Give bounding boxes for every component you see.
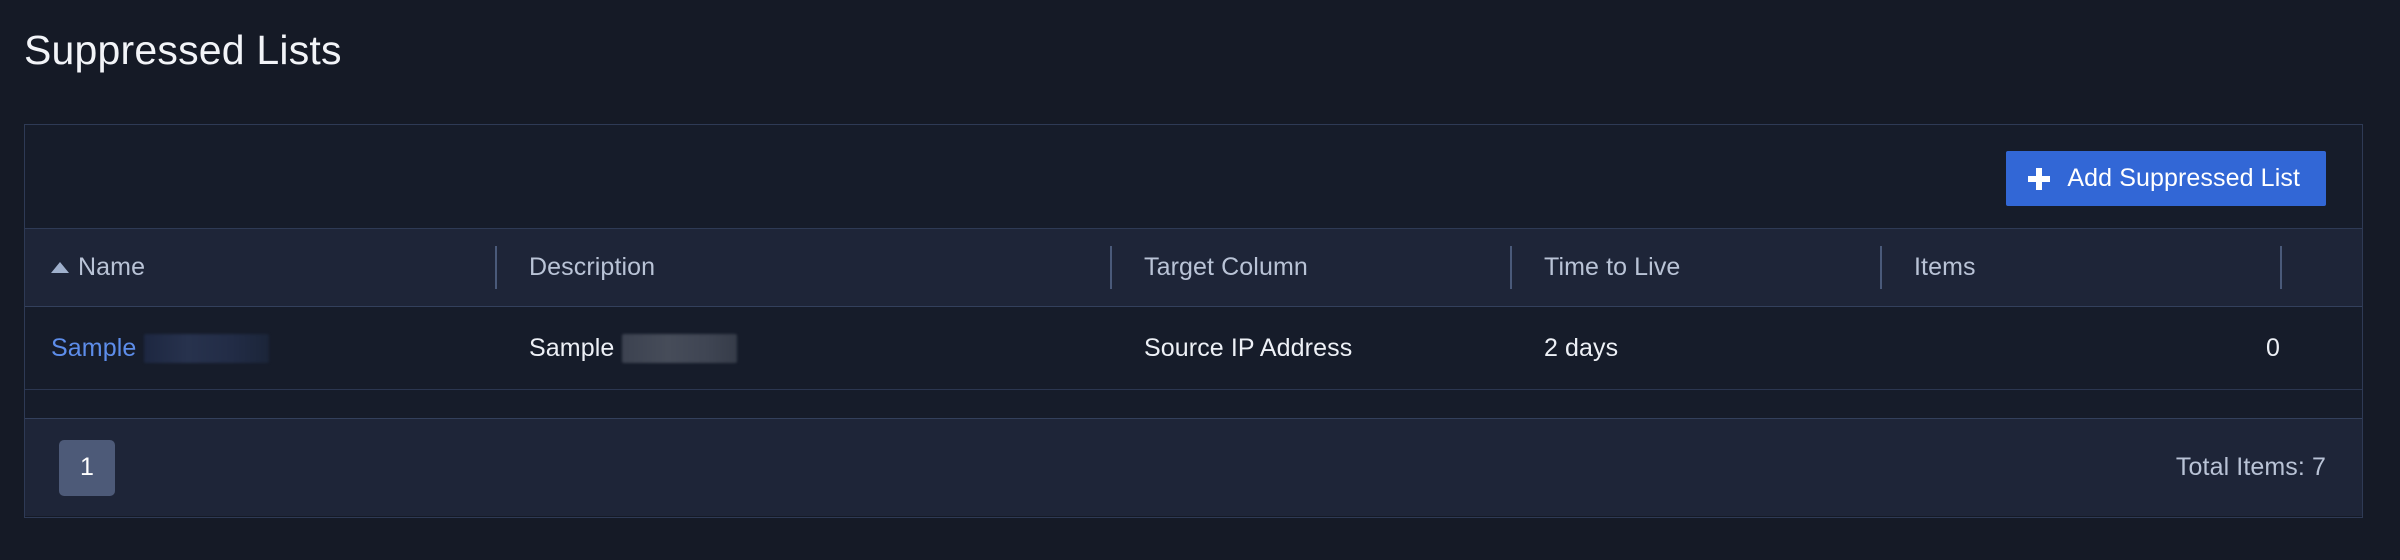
suppressed-lists-page: Suppressed Lists Add Suppressed List Nam… [0, 0, 2400, 560]
column-header-items[interactable]: Items [1880, 229, 2280, 306]
pagination: 1 [59, 440, 115, 496]
column-header-actions [2280, 229, 2362, 306]
table-row[interactable]: Sample Sample Source IP Address 2 days 0 [25, 307, 2362, 390]
column-header-time-to-live[interactable]: Time to Live [1510, 229, 1880, 306]
table-footer: 1 Total Items: 7 [25, 419, 2362, 516]
column-divider [1110, 246, 1112, 289]
cell-items: 0 [1880, 307, 2280, 389]
column-header-description[interactable]: Description [495, 229, 1110, 306]
table-spacer-row [25, 390, 2362, 419]
table-toolbar: Add Suppressed List [25, 125, 2362, 229]
column-header-items-label: Items [1914, 253, 1976, 282]
pagination-page-1[interactable]: 1 [59, 440, 115, 496]
cell-time-to-live: 2 days [1510, 307, 1880, 389]
suppressed-list-name-link[interactable]: Sample [51, 334, 136, 363]
description-text: Sample [529, 334, 614, 363]
column-header-target-column-label: Target Column [1144, 253, 1308, 282]
column-divider [1880, 246, 1882, 289]
add-suppressed-list-label: Add Suppressed List [2067, 164, 2300, 193]
cell-description: Sample [495, 307, 1110, 389]
column-divider [495, 246, 497, 289]
table-header-row: Name Description Target Column Time to L… [25, 229, 2362, 307]
suppressed-lists-panel: Add Suppressed List Name Description Tar… [24, 124, 2363, 518]
column-header-time-to-live-label: Time to Live [1544, 253, 1680, 282]
column-header-target-column[interactable]: Target Column [1110, 229, 1510, 306]
column-header-name[interactable]: Name [25, 229, 495, 306]
redacted-name-block [144, 334, 269, 363]
plus-icon [2028, 168, 2050, 190]
total-items-label: Total Items: 7 [2176, 453, 2326, 482]
sort-ascending-caret-icon [51, 262, 69, 273]
column-header-name-label: Name [78, 253, 145, 282]
cell-target-column: Source IP Address [1110, 307, 1510, 389]
cell-name: Sample [25, 307, 495, 389]
column-header-description-label: Description [529, 253, 655, 282]
add-suppressed-list-button[interactable]: Add Suppressed List [2006, 151, 2326, 206]
redacted-description-block [622, 334, 737, 363]
cell-actions [2280, 307, 2362, 389]
page-title: Suppressed Lists [24, 26, 342, 75]
suppressed-lists-table: Name Description Target Column Time to L… [25, 229, 2362, 419]
column-divider [2280, 246, 2282, 289]
column-divider [1510, 246, 1512, 289]
